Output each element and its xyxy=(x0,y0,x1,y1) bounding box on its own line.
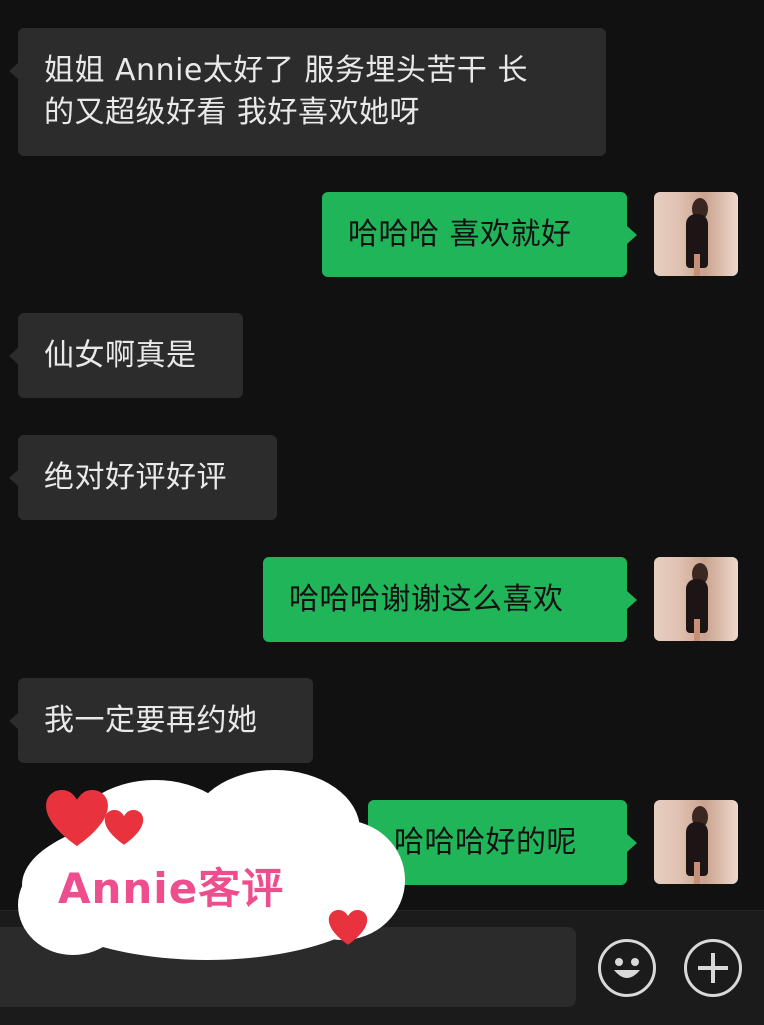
outgoing-message-bubble[interactable]: 哈哈哈 喜欢就好 xyxy=(322,192,637,277)
incoming-message-bubble[interactable]: 仙女啊真是 xyxy=(9,313,243,398)
avatar-leg-shape xyxy=(694,862,700,884)
message-text: 仙女啊真是 xyxy=(44,337,197,373)
message-text: 哈哈哈谢谢这么喜欢 xyxy=(289,581,564,617)
sender-avatar[interactable] xyxy=(654,192,738,276)
sender-avatar[interactable] xyxy=(654,557,738,641)
avatar-leg-shape xyxy=(694,254,700,276)
plus-circle-icon[interactable] xyxy=(684,939,742,997)
outgoing-message-bubble[interactable]: 哈哈哈谢谢这么喜欢 xyxy=(263,557,637,642)
avatar-leg-shape xyxy=(694,619,700,641)
message-text: 我一定要再约她 xyxy=(44,702,258,738)
incoming-message-bubble[interactable]: 绝对好评好评 xyxy=(9,435,277,520)
review-stamp-sticker: Annie客评 xyxy=(0,760,420,960)
incoming-message-bubble[interactable]: 姐姐 Annie太好了 服务埋头苦干 长 的又超级好看 我好喜欢她呀 xyxy=(9,28,606,156)
message-text: 哈哈哈好的呢 xyxy=(394,824,577,860)
message-line: 的又超级好看 我好喜欢她呀 xyxy=(44,95,421,130)
message-text: 哈哈哈 喜欢就好 xyxy=(348,216,572,252)
sender-avatar[interactable] xyxy=(654,800,738,884)
stamp-label: Annie客评 xyxy=(58,864,285,913)
smiley-face-icon[interactable] xyxy=(598,939,656,997)
message-text: 绝对好评好评 xyxy=(44,459,227,495)
heart-icon xyxy=(104,810,144,845)
heart-icon xyxy=(46,790,108,847)
heart-icon xyxy=(328,910,368,945)
message-text: 姐姐 Annie太好了 服务埋头苦干 长 的又超级好看 我好喜欢她呀 xyxy=(44,50,528,134)
message-line: 姐姐 Annie太好了 服务埋头苦干 长 xyxy=(44,53,528,88)
incoming-message-bubble[interactable]: 我一定要再约她 xyxy=(9,678,313,763)
